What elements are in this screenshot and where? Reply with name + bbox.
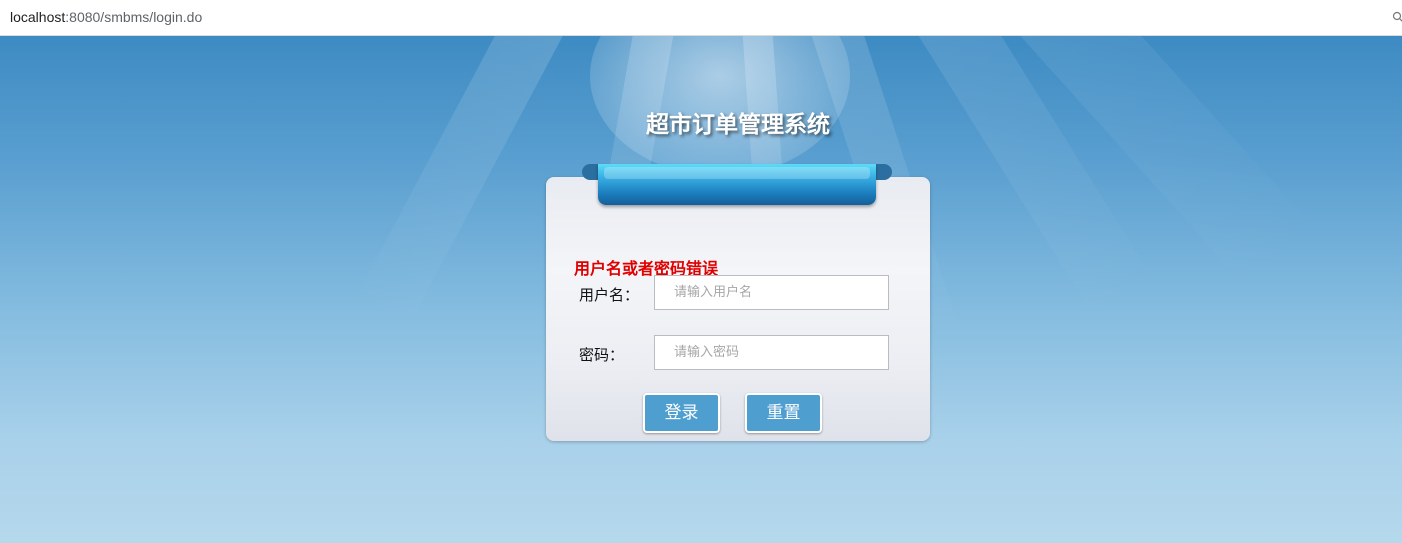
ribbon-banner xyxy=(598,164,876,205)
username-label: 用户名： xyxy=(579,286,640,304)
address-bar[interactable]: localhost:8080/smbms/login.do xyxy=(0,0,1402,36)
page-title: 超市订单管理系统 xyxy=(646,112,830,138)
url-text[interactable]: localhost:8080/smbms/login.do xyxy=(10,9,202,25)
light-beam xyxy=(354,36,577,328)
reset-button[interactable]: 重置 xyxy=(745,393,822,433)
login-button[interactable]: 登录 xyxy=(643,393,720,433)
key-icon[interactable] xyxy=(1392,10,1402,24)
panel-ribbon xyxy=(582,164,892,208)
url-path: :8080/smbms/login.do xyxy=(65,9,203,25)
password-label: 密码： xyxy=(579,346,625,364)
url-host: localhost xyxy=(10,9,66,25)
username-input[interactable] xyxy=(654,275,889,310)
password-input[interactable] xyxy=(654,335,889,370)
